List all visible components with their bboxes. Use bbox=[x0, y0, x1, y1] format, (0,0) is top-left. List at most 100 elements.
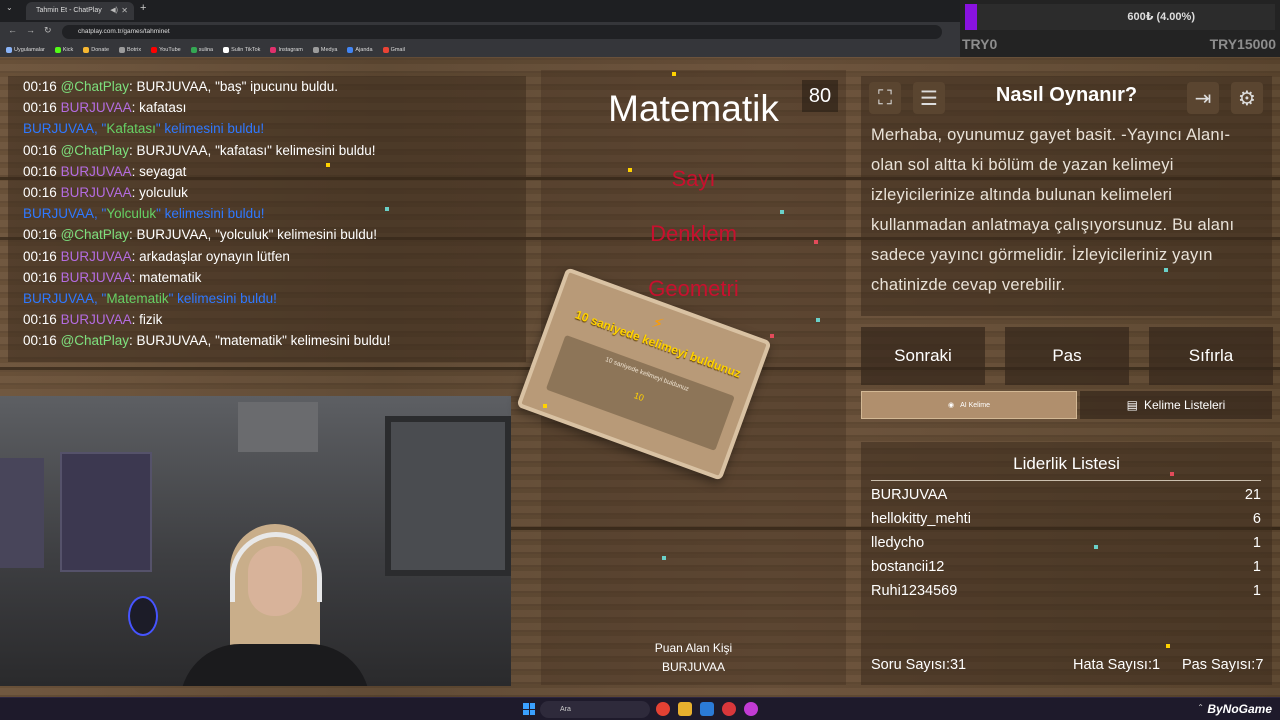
chat-message: 00:16 BURJUVAA: fizik bbox=[23, 309, 526, 330]
bookmark-label: Kick bbox=[62, 46, 74, 53]
chat-text: : arkadaşlar oynayın lütfen bbox=[131, 248, 290, 264]
word-lists-button[interactable]: ▤ Kelime Listeleri bbox=[1080, 391, 1272, 419]
chat-time: 00:16 bbox=[23, 79, 57, 94]
next-button[interactable]: Sonraki bbox=[861, 327, 985, 385]
close-tab-icon[interactable]: ✕ bbox=[121, 2, 128, 20]
bookmark-item[interactable]: Sulin TikTok bbox=[223, 46, 260, 53]
chat-message: 00:16 @ChatPlay: BURJUVAA, "yolculuk" ke… bbox=[23, 224, 526, 245]
chrome-icon[interactable] bbox=[656, 702, 670, 716]
bookmark-icon bbox=[270, 46, 277, 53]
confetti bbox=[1094, 545, 1098, 549]
player-name: Ruhi1234569 bbox=[871, 583, 958, 599]
word-lists-label: Kelime Listeleri bbox=[1143, 398, 1226, 412]
divider bbox=[871, 480, 1261, 481]
chat-time: 00:16 bbox=[23, 185, 57, 201]
chat-message: 00:16 BURJUVAA: kafatası bbox=[23, 97, 526, 118]
confetti bbox=[672, 72, 676, 76]
bookmark-icon bbox=[223, 46, 230, 53]
donation-goal: 600₺ (4.00%) TRY0 TRY15000 bbox=[960, 0, 1280, 57]
chat-message: 00:16 BURJUVAA: yolculuk bbox=[23, 182, 526, 203]
confetti bbox=[780, 210, 784, 214]
speaker-icon[interactable]: ◀) bbox=[110, 2, 118, 20]
new-tab-button[interactable]: + bbox=[140, 2, 146, 14]
leaderboard-row: bostancii12 1 bbox=[871, 559, 1261, 575]
confetti bbox=[543, 404, 547, 408]
bookmark-label: Gmail bbox=[390, 46, 405, 53]
chat-username: BURJUVAA bbox=[60, 185, 132, 201]
bookmark-label: Botrix bbox=[127, 46, 142, 53]
bookmark-item[interactable]: Botrix bbox=[119, 46, 142, 53]
chat-username: BURJUVAA bbox=[60, 100, 132, 116]
exit-icon[interactable]: ⇥ bbox=[1187, 82, 1219, 114]
app-icon[interactable] bbox=[722, 702, 736, 716]
chat-message: 00:16 BURJUVAA: matematik bbox=[23, 267, 526, 288]
event-text: " kelimesini buldu! bbox=[156, 206, 265, 222]
bookmark-icon bbox=[347, 46, 354, 53]
chat-username: BURJUVAA bbox=[60, 163, 132, 179]
bookmark-icon bbox=[190, 46, 197, 53]
back-icon[interactable]: ← bbox=[8, 25, 17, 35]
url-field[interactable]: chatplay.com.tr/games/tahminet bbox=[62, 25, 942, 39]
confetti bbox=[628, 168, 632, 172]
bookmark-item[interactable]: sulina bbox=[190, 46, 214, 53]
bookmark-item[interactable]: Donate bbox=[83, 46, 109, 53]
leaderboard-panel: Liderlik Listesi Soru Sayısı:31 Hata Say… bbox=[861, 442, 1272, 685]
chat-message: 00:16 @ChatPlay: BURJUVAA, "kafatası" ke… bbox=[23, 140, 526, 161]
bookmark-icon bbox=[83, 46, 90, 53]
pass-button[interactable]: Pas bbox=[1005, 327, 1129, 385]
tray-chevron-icon[interactable]: ⌃ bbox=[1197, 703, 1204, 712]
app-icon[interactable] bbox=[700, 702, 714, 716]
chat-username: BURJUVAA bbox=[60, 269, 132, 285]
list-icon: ▤ bbox=[1126, 398, 1138, 412]
forward-icon[interactable]: → bbox=[26, 25, 35, 35]
chat-time: 00:16 bbox=[23, 333, 57, 349]
error-count: Hata Sayısı:1 bbox=[1073, 657, 1161, 673]
chat-username: BURJUVAA bbox=[60, 312, 132, 328]
bookmark-label: Instagram bbox=[278, 46, 303, 53]
bookmark-label: sulina bbox=[198, 46, 214, 53]
confetti bbox=[816, 318, 820, 322]
robot-icon: ◉ bbox=[947, 402, 955, 409]
goal-progress-bar: 600₺ (4.00%) bbox=[965, 4, 1275, 30]
chat-message: 00:16 @ChatPlay: BURJUVAA, "baş" ipucunu… bbox=[23, 76, 526, 97]
browser-tab[interactable]: Tahmin Et - ChatPlay ◀) ✕ bbox=[26, 2, 134, 20]
windows-start-icon[interactable] bbox=[523, 703, 535, 715]
bookmark-item[interactable]: Gmail bbox=[382, 46, 405, 53]
player-score: 21 bbox=[1244, 487, 1261, 503]
chat-message: 00:16 BURJUVAA: arkadaşlar oynayın lütfe… bbox=[23, 246, 526, 267]
chat-time: 00:16 bbox=[23, 100, 57, 116]
windows-taskbar: ⌕ Ara ⌃ ByNoGame bbox=[0, 697, 1280, 720]
confetti bbox=[662, 556, 666, 560]
confetti bbox=[1170, 472, 1174, 476]
chat-time: 00:16 bbox=[23, 163, 57, 179]
bookmark-item[interactable]: Medya bbox=[312, 46, 337, 53]
player-score: 1 bbox=[1252, 559, 1261, 575]
confetti bbox=[814, 240, 818, 244]
bookmark-item[interactable]: Kick bbox=[54, 46, 74, 53]
event-user: BURJUVAA, " bbox=[23, 206, 107, 222]
taskbar-search[interactable]: Ara bbox=[540, 701, 650, 718]
lightning-icon: ⚡ bbox=[649, 314, 666, 335]
gear-icon[interactable]: ⚙ bbox=[1231, 82, 1263, 114]
chat-text: : kafatası bbox=[131, 100, 187, 116]
bookmark-item[interactable]: YouTube bbox=[151, 46, 181, 53]
target-word: Matematik bbox=[608, 88, 779, 129]
bookmark-item[interactable]: Uygulamalar bbox=[6, 46, 45, 53]
goal-end-label: TRY15000 bbox=[1209, 36, 1276, 52]
chat-username: @ChatPlay bbox=[60, 79, 130, 94]
reload-icon[interactable]: ↻ bbox=[44, 25, 52, 36]
bookmark-item[interactable]: Instagram bbox=[270, 46, 303, 53]
chat-username: @ChatPlay bbox=[60, 142, 130, 158]
folder-icon[interactable] bbox=[678, 702, 692, 716]
tab-search-icon[interactable]: ⌄ bbox=[6, 3, 13, 12]
ai-word-label: AI Kelime bbox=[960, 401, 991, 409]
bookmark-icon bbox=[54, 46, 61, 53]
player-score: 1 bbox=[1252, 535, 1261, 551]
event-text: " kelimesini buldu! bbox=[155, 121, 265, 137]
app-icon[interactable] bbox=[744, 702, 758, 716]
reset-button[interactable]: Sıfırla bbox=[1149, 327, 1273, 385]
webcam-feed bbox=[0, 396, 511, 686]
ai-word-button[interactable]: ◉ AI Kelime bbox=[861, 391, 1077, 419]
bookmarks-bar: Uygulamalar Kick Donate Botrix YouTube sulina… bbox=[0, 42, 960, 57]
bookmark-item[interactable]: Ajanda bbox=[347, 46, 373, 53]
